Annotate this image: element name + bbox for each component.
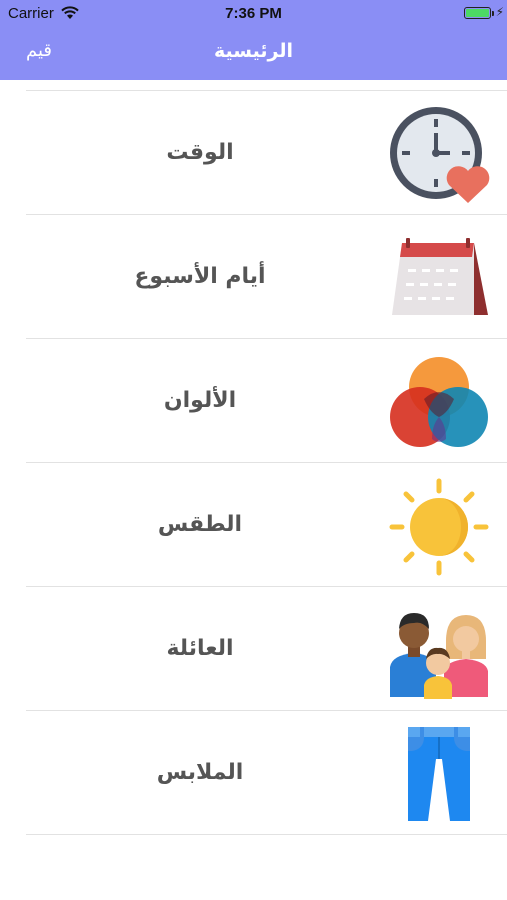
battery-tip — [492, 11, 494, 16]
list-item-colors[interactable]: الألوان — [0, 339, 507, 463]
list-item-weather[interactable]: الطقس — [0, 463, 507, 587]
sun-icon — [389, 478, 489, 576]
list-item-label: الملابس — [156, 760, 244, 785]
color-circles-icon — [390, 357, 488, 447]
list-item-weekdays[interactable]: أيام الأسبوع — [0, 215, 507, 339]
family-icon — [390, 613, 488, 699]
list-item-label: العائلة — [166, 636, 234, 661]
jeans-icon — [408, 727, 470, 821]
list-item-label: أيام الأسبوع — [134, 264, 266, 289]
clock-icon — [390, 107, 490, 203]
list-item-label: الطقس — [157, 512, 243, 537]
calendar-icon — [392, 238, 488, 315]
battery-icon — [464, 7, 491, 19]
page-title: الرئيسية — [214, 40, 293, 62]
list-item-label: الوقت — [166, 140, 234, 165]
charging-bolt-icon: ⚡ — [495, 5, 504, 19]
status-time: 7:36 PM — [225, 5, 282, 22]
navigation-bar: قيم الرئيسية — [0, 28, 507, 80]
status-bar: Carrier 7:36 PM ⚡ — [0, 0, 507, 28]
row-divider — [26, 834, 507, 835]
list-item-label: الألوان — [163, 388, 237, 413]
list-item-family[interactable]: العائلة — [0, 587, 507, 711]
list-item-clothes[interactable]: الملابس — [0, 711, 507, 835]
list-item-time[interactable]: الوقت — [0, 91, 507, 215]
